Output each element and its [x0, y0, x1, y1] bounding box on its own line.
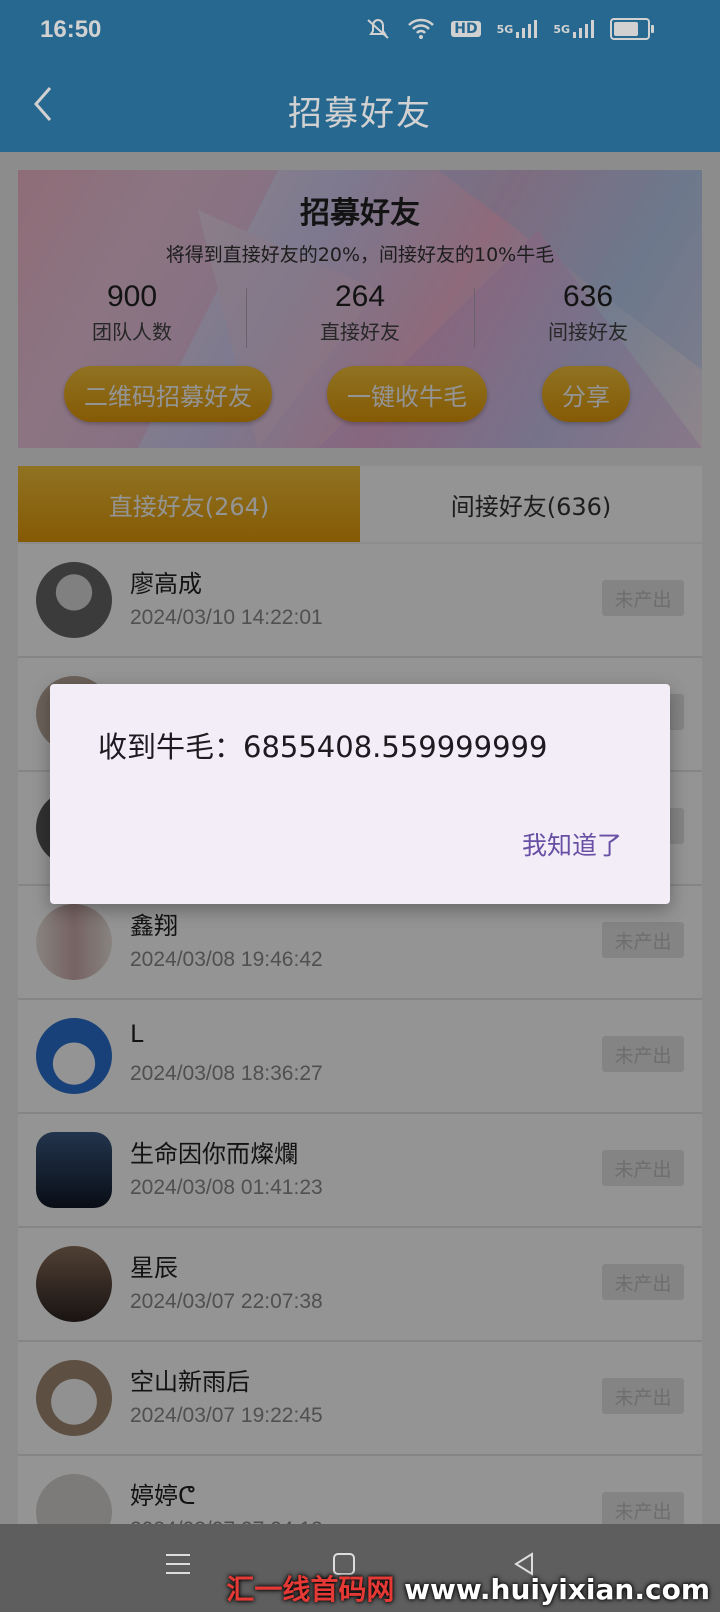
header-scrim: [0, 0, 720, 152]
dialog-confirm-button[interactable]: 我知道了: [522, 826, 622, 862]
system-nav-bar: 汇一线首码网 www.huiyixian.com: [0, 1524, 720, 1612]
menu-icon: [166, 1554, 190, 1574]
menu-button[interactable]: [165, 1552, 191, 1583]
reward-dialog: 收到牛毛：6855408.559999999 我知道了: [50, 684, 670, 904]
watermark: 汇一线首码网 www.huiyixian.com: [226, 1568, 710, 1608]
watermark-site: www.huiyixian.com: [404, 1573, 710, 1606]
dialog-message: 收到牛毛：6855408.559999999: [98, 730, 548, 764]
watermark-prefix: 汇一线首码网: [226, 1573, 395, 1606]
